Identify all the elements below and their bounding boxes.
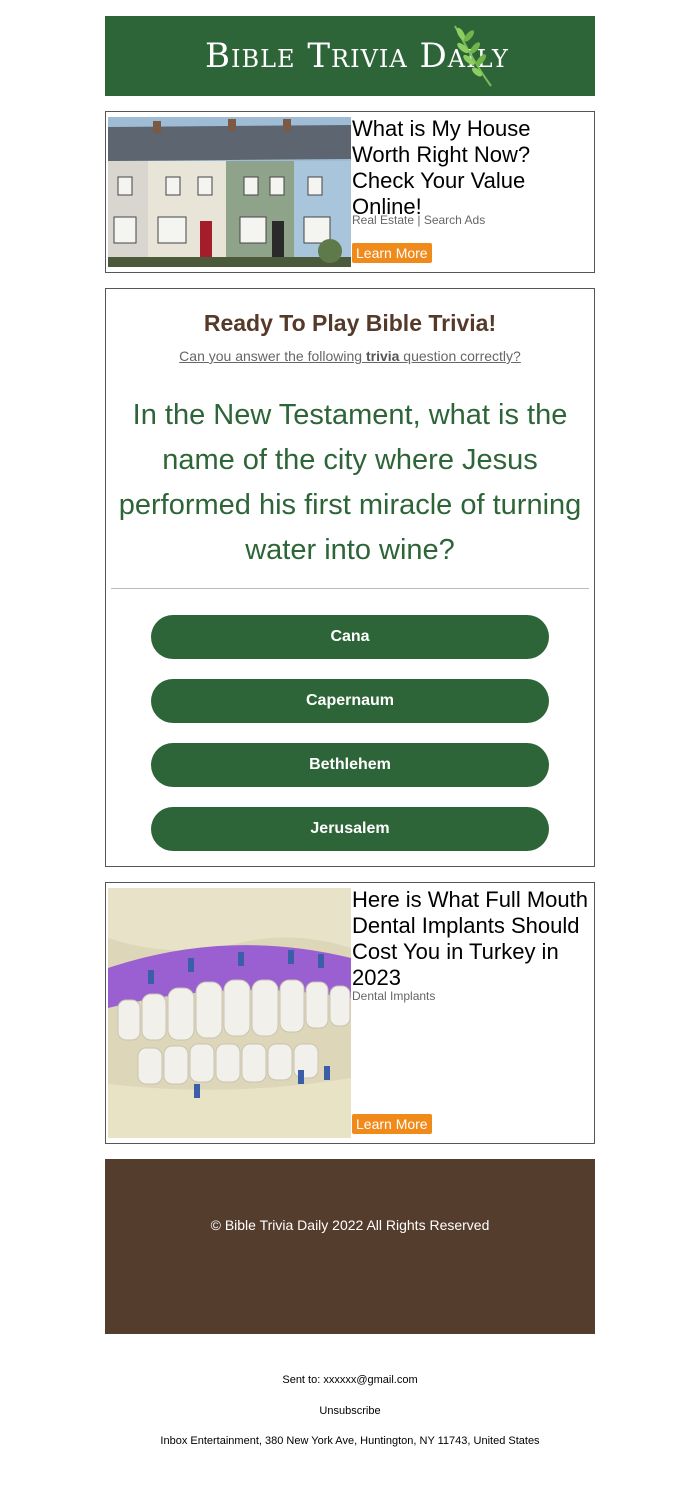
row-houses-photo[interactable]	[108, 117, 351, 267]
subtitle-text: Can you answer the following	[179, 348, 366, 364]
answer-button-cana[interactable]: Cana	[151, 615, 549, 659]
answer-button-capernaum[interactable]: Capernaum	[151, 679, 549, 723]
sent-to-text: Sent to: xxxxxx@gmail.com	[282, 1374, 418, 1386]
sender-address: Inbox Entertainment, 380 New York Ave, H…	[160, 1435, 540, 1447]
ad-source: Real Estate | Search Ads	[352, 213, 486, 227]
ad-dental-implants[interactable]: Here is What Full Mouth Dental Implants …	[105, 882, 595, 1144]
copyright-text: © Bible Trivia Daily 2022 All Rights Res…	[210, 1217, 490, 1233]
unsubscribe-link[interactable]: Unsubscribe	[0, 1405, 700, 1417]
header-banner[interactable]: Bible Trivia Daily	[105, 16, 595, 96]
footer-banner: © Bible Trivia Daily 2022 All Rights Res…	[105, 1159, 595, 1334]
trivia-card: Ready To Play Bible Trivia! Can you answ…	[105, 288, 595, 867]
subtitle-text-end: question correctly?	[399, 348, 521, 364]
learn-more-button[interactable]: Learn More	[352, 243, 432, 263]
learn-more-button[interactable]: Learn More	[352, 1114, 432, 1134]
quiz-subtitle[interactable]: Can you answer the following trivia ques…	[106, 348, 594, 364]
leaf-icon	[454, 25, 492, 87]
divider	[111, 588, 589, 589]
quiz-title: Ready To Play Bible Trivia!	[203, 310, 497, 336]
ad-source: Dental Implants	[352, 989, 436, 1003]
answer-button-jerusalem[interactable]: Jerusalem	[151, 807, 549, 851]
trivia-question: In the New Testament, what is the name o…	[118, 399, 582, 566]
ad-headline[interactable]: What is My House Worth Right Now? Check …	[352, 116, 592, 220]
dental-implants-photo[interactable]	[108, 888, 351, 1138]
answer-button-bethlehem[interactable]: Bethlehem	[151, 743, 549, 787]
subtitle-bold: trivia	[365, 348, 400, 364]
ad-house-value[interactable]: What is My House Worth Right Now? Check …	[105, 111, 595, 273]
ad-headline[interactable]: Here is What Full Mouth Dental Implants …	[352, 887, 592, 991]
